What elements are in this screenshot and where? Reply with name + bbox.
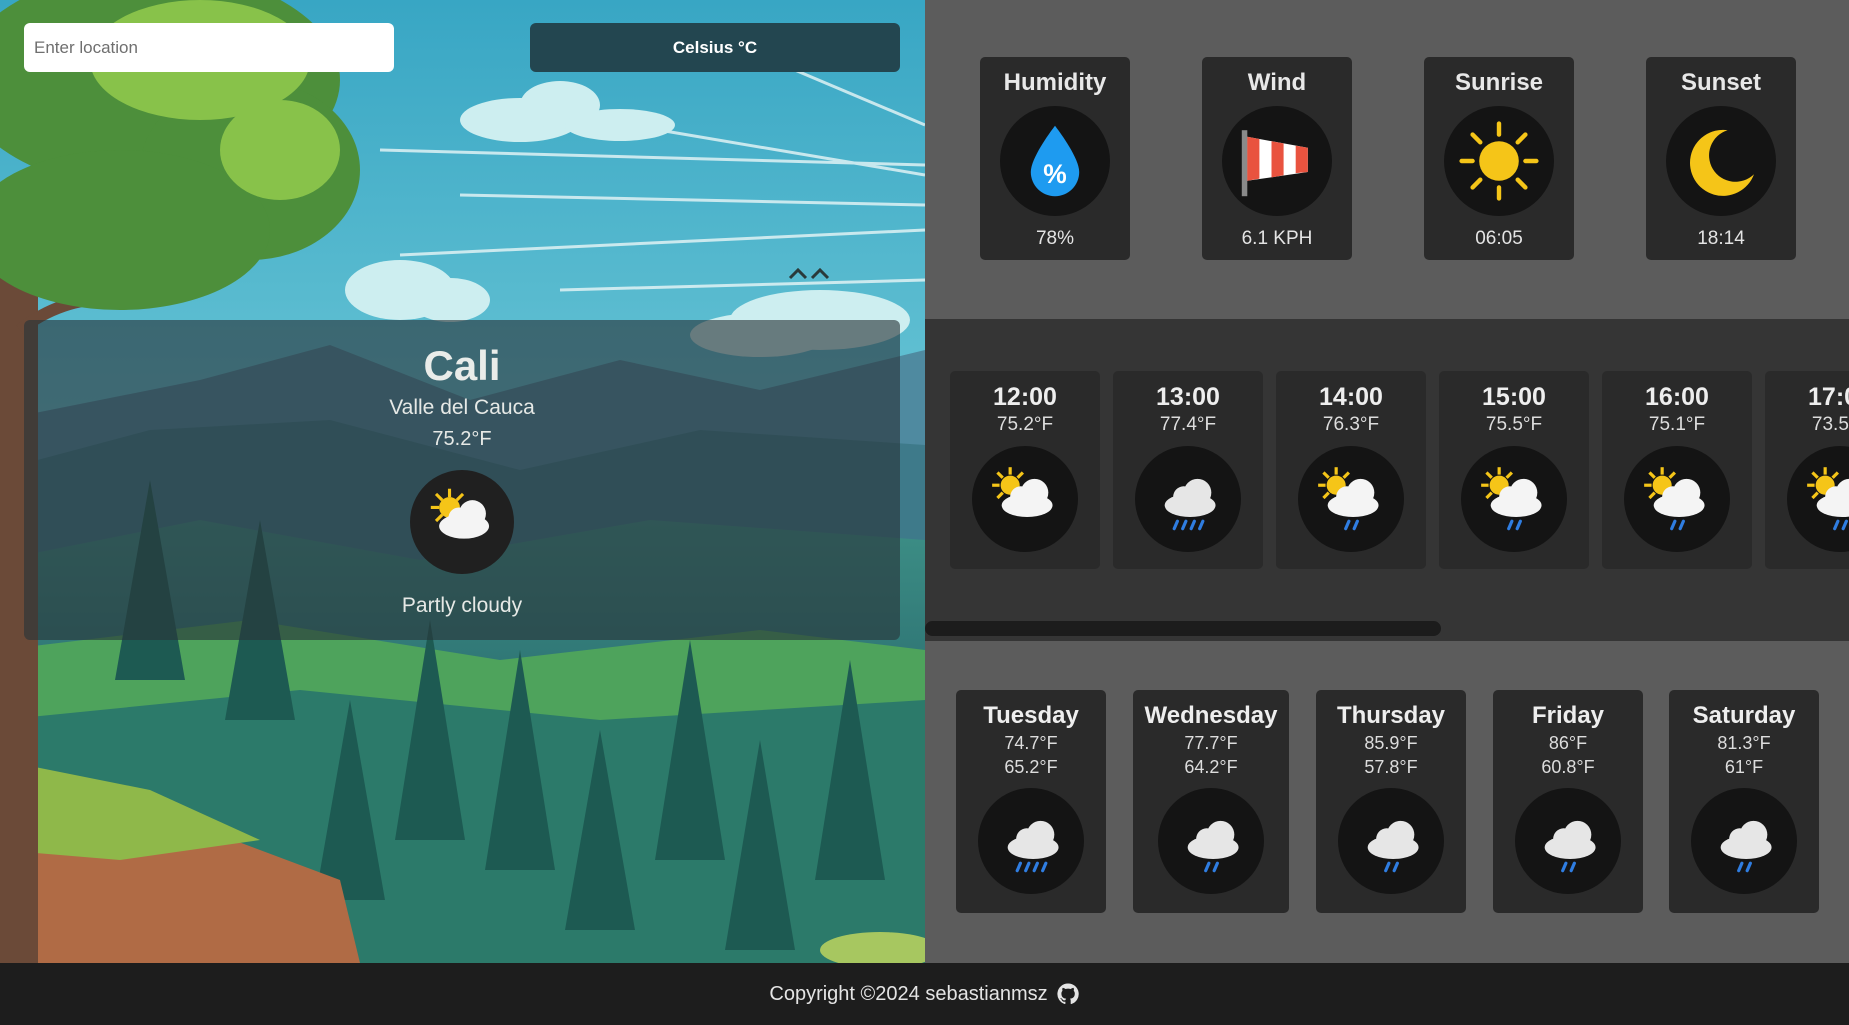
sun-icon: [1444, 106, 1554, 216]
hourly-track: 12:00 75.2°F 13:00 77.4°F 14:00 76.3°F 15:00 75…: [950, 371, 1849, 571]
windsock-icon: [1222, 106, 1332, 216]
partly-cloudy-icon: [972, 446, 1078, 552]
day-name: Thursday: [1336, 702, 1446, 729]
day-high-temperature: 85.9°F: [1364, 733, 1418, 753]
sunrise-title: Sunrise: [1454, 69, 1544, 96]
hour-temperature: 77.4°F: [1159, 414, 1217, 435]
cloud-rain-icon: [1158, 788, 1264, 894]
hour-card: 13:00 77.4°F: [1113, 371, 1263, 569]
day-high-temperature: 74.7°F: [1004, 733, 1058, 753]
humidity-icon: %: [1000, 106, 1110, 216]
hour-time: 12:00: [993, 383, 1057, 411]
hour-time: 17:00: [1808, 383, 1849, 411]
partly-cloudy-rain-icon: [1461, 446, 1567, 552]
wind-value: 6.1 KPH: [1241, 228, 1313, 249]
sunset-card: Sunset 18:14: [1646, 57, 1796, 260]
day-low-temperature: 57.8°F: [1364, 757, 1418, 777]
sunrise-card: Sunrise 06:05: [1424, 57, 1574, 260]
moon-icon: [1666, 106, 1776, 216]
day-card: Friday 86°F 60.8°F: [1493, 690, 1643, 913]
day-low-temperature: 64.2°F: [1184, 757, 1238, 777]
hour-time: 15:00: [1482, 383, 1546, 411]
svg-text:%: %: [1043, 159, 1066, 189]
hour-temperature: 75.2°F: [996, 414, 1054, 435]
cloud-light-rain-icon: [1135, 446, 1241, 552]
location-search-input[interactable]: [24, 23, 394, 72]
cloud-rain-icon: [1515, 788, 1621, 894]
partly-cloudy-rain-icon: [1298, 446, 1404, 552]
partly-cloudy-rain-icon: [1787, 446, 1849, 552]
sunrise-value: 06:05: [1475, 228, 1523, 249]
current-weather-card: Cali Valle del Cauca 75.2°F Partly cloud…: [24, 320, 900, 640]
hourly-forecast[interactable]: 12:00 75.2°F 13:00 77.4°F 14:00 76.3°F 15:00 75…: [925, 319, 1849, 641]
day-name: Friday: [1531, 702, 1605, 729]
day-high-temperature: 81.3°F: [1717, 733, 1771, 753]
day-low-temperature: 65.2°F: [1004, 757, 1058, 777]
hourly-scrollbar[interactable]: [925, 621, 1441, 636]
cloud-rain-icon: [1338, 788, 1444, 894]
partly-cloudy-icon: [410, 470, 514, 574]
day-high-temperature: 77.7°F: [1184, 733, 1238, 753]
day-low-temperature: 60.8°F: [1541, 757, 1595, 777]
hour-card: 17:00 73.5°F: [1765, 371, 1849, 569]
unit-toggle-button[interactable]: Celsius °C: [530, 23, 900, 72]
day-name: Tuesday: [983, 702, 1079, 729]
cloud-rain-icon: [1691, 788, 1797, 894]
sunset-title: Sunset: [1680, 69, 1761, 96]
current-condition: Partly cloudy: [401, 594, 523, 617]
hour-card: 15:00 75.5°F: [1439, 371, 1589, 569]
day-card: Saturday 81.3°F 61°F: [1669, 690, 1819, 913]
hour-card: 16:00 75.1°F: [1602, 371, 1752, 569]
hour-temperature: 75.5°F: [1485, 414, 1543, 435]
wind-card: Wind 6.1 KPH: [1202, 57, 1352, 260]
hour-temperature: 73.5°F: [1811, 414, 1849, 435]
footer: Copyright ©2024 sebastianmsz: [0, 963, 1849, 1025]
cloud-heavy-rain-icon: [978, 788, 1084, 894]
region-name: Valle del Cauca: [389, 396, 535, 419]
scenic-panel: Celsius °C Cali Valle del Cauca 75.2°F P…: [0, 0, 925, 963]
day-card: Tuesday 74.7°F 65.2°F: [956, 690, 1106, 913]
day-name: Wednesday: [1144, 702, 1278, 729]
humidity-card: Humidity % 78%: [980, 57, 1130, 260]
partly-cloudy-rain-icon: [1624, 446, 1730, 552]
city-name: Cali: [423, 342, 501, 389]
hour-time: 13:00: [1156, 383, 1220, 411]
current-temperature: 75.2°F: [432, 428, 492, 450]
day-high-temperature: 86°F: [1548, 733, 1588, 753]
hour-time: 16:00: [1645, 383, 1709, 411]
day-low-temperature: 61°F: [1724, 757, 1764, 777]
copyright-text: Copyright ©2024 sebastianmsz: [769, 982, 1048, 1005]
humidity-title: Humidity: [1003, 69, 1107, 96]
day-name: Saturday: [1692, 702, 1796, 729]
github-icon[interactable]: [1056, 982, 1080, 1006]
details-panel: Humidity % 78% Wind 6.1 KPH Sunrise 06:0…: [925, 0, 1849, 963]
day-card: Thursday 85.9°F 57.8°F: [1316, 690, 1466, 913]
humidity-value: 78%: [1035, 228, 1075, 249]
hour-card: 12:00 75.2°F: [950, 371, 1100, 569]
hour-temperature: 75.1°F: [1648, 414, 1706, 435]
sunset-value: 18:14: [1697, 228, 1745, 249]
hour-card: 14:00 76.3°F: [1276, 371, 1426, 569]
hour-temperature: 76.3°F: [1322, 414, 1380, 435]
day-card: Wednesday 77.7°F 64.2°F: [1133, 690, 1289, 913]
wind-title: Wind: [1247, 69, 1307, 96]
hour-time: 14:00: [1319, 383, 1383, 411]
